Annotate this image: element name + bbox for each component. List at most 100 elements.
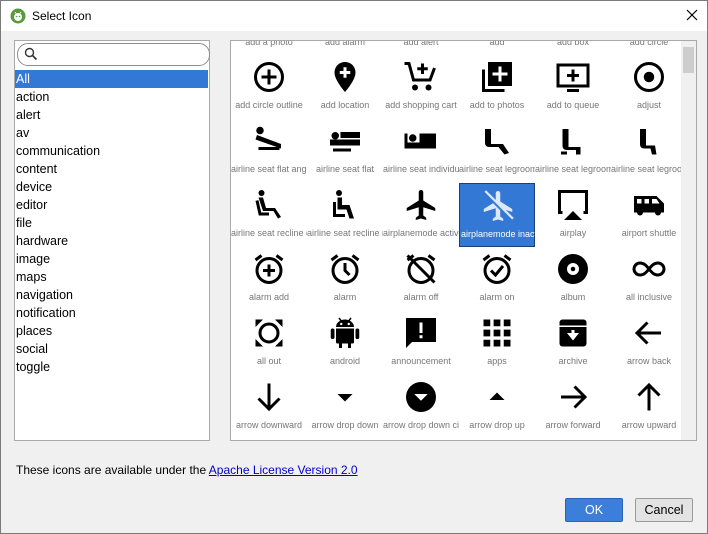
search-icon (24, 47, 38, 61)
category-item-device[interactable]: device (15, 178, 209, 196)
category-panel: All action alert av communication content devi… (14, 40, 210, 441)
icon-label: add shopping cart (385, 100, 457, 110)
icon-tile[interactable]: alarm on (459, 247, 535, 311)
icon-tile[interactable]: add shopping cart (383, 55, 459, 119)
icon-tile[interactable]: airline seat recline normal (307, 183, 383, 247)
icon-tile[interactable]: arrow downward (231, 375, 307, 439)
partial-row: add a photo add alarm add alert add add box a… (231, 40, 681, 49)
icon-label: all out (256, 356, 282, 366)
icon-label: airline seat recline normal (307, 228, 383, 238)
icon-tile[interactable]: arrow drop down (307, 375, 383, 439)
icon-tile[interactable]: all inclusive (611, 247, 687, 311)
icon-label: airport shuttle (621, 228, 677, 238)
icon-tile[interactable]: arrow back (611, 311, 687, 375)
category-item-communication[interactable]: communication (15, 142, 209, 160)
icon-label: add circle outline (235, 100, 303, 110)
cancel-button[interactable]: Cancel (635, 498, 693, 522)
icon-label: add to queue (546, 100, 600, 110)
icon-label: all inclusive (625, 292, 673, 302)
icon-tile[interactable]: alarm add (231, 247, 307, 311)
partial-icon-label: add a photo (245, 40, 293, 47)
icon-tile[interactable]: apps (459, 311, 535, 375)
icon-tile[interactable]: adjust (611, 55, 687, 119)
icon-tile[interactable]: arrow forward (535, 375, 611, 439)
icon-tile[interactable]: airplanemode inactive (459, 183, 536, 247)
category-item-places[interactable]: places (15, 322, 209, 340)
archive-icon (559, 319, 587, 347)
icon-tile[interactable]: airline seat individual suite (383, 119, 459, 183)
all-inclusive-icon (632, 261, 666, 277)
icon-label: adjust (636, 100, 662, 110)
airline-seat-legroom-reduced-icon (640, 129, 657, 155)
category-item-maps[interactable]: maps (15, 268, 209, 286)
category-list: All action alert av communication content devi… (15, 70, 209, 376)
icon-tile[interactable]: archive (535, 311, 611, 375)
icon-label: airplanemode inactive (461, 229, 536, 239)
category-item-editor[interactable]: editor (15, 196, 209, 214)
icon-tile[interactable]: airline seat legroom extra (459, 119, 535, 183)
partial-icon-label: add alert (403, 40, 439, 47)
alarm-on-icon (482, 254, 512, 284)
airplanemode-active-icon (406, 190, 436, 220)
airline-seat-legroom-normal-icon (561, 129, 581, 155)
icon-tile[interactable]: arrow drop down circle (383, 375, 459, 439)
icon-tile[interactable]: airplanemode active (383, 183, 459, 247)
icon-label: airline seat flat (315, 164, 375, 174)
close-icon[interactable] (684, 7, 700, 23)
alarm-icon (330, 254, 360, 284)
category-item-navigation[interactable]: navigation (15, 286, 209, 304)
icon-label: announcement (391, 356, 451, 366)
category-item-toggle[interactable]: toggle (15, 358, 209, 376)
icon-label: airline seat legroom extra (459, 164, 535, 174)
category-item-hardware[interactable]: hardware (15, 232, 209, 250)
icon-label: airline seat legroom normal (535, 164, 611, 174)
ok-button[interactable]: OK (565, 498, 623, 522)
icon-tile[interactable]: airline seat flat (307, 119, 383, 183)
category-item-image[interactable]: image (15, 250, 209, 268)
icon-tile[interactable]: alarm off (383, 247, 459, 311)
category-item-notification[interactable]: notification (15, 304, 209, 322)
icon-label: airplay (559, 228, 587, 238)
icon-tile[interactable]: android (307, 311, 383, 375)
airline-seat-recline-extra-icon (255, 190, 281, 219)
scrollbar-thumb[interactable] (683, 47, 694, 73)
icon-label: arrow drop up (469, 420, 525, 430)
icon-label: apps (487, 356, 507, 366)
category-item-av[interactable]: av (15, 124, 209, 142)
icon-tile[interactable]: airline seat legroom normal (535, 119, 611, 183)
icon-tile[interactable]: airport shuttle (611, 183, 687, 247)
icon-tile[interactable]: airline seat legroom reduced (611, 119, 687, 183)
category-item-social[interactable]: social (15, 340, 209, 358)
icon-tile[interactable]: airline seat flat angled (231, 119, 307, 183)
category-item-content[interactable]: content (15, 160, 209, 178)
category-item-action[interactable]: action (15, 88, 209, 106)
partial-icon-label: add alarm (324, 40, 366, 47)
icon-tile[interactable]: airline seat recline extra (231, 183, 307, 247)
icon-grid-scrollbar[interactable] (681, 41, 696, 440)
icon-tile[interactable]: add to photos (459, 55, 535, 119)
icon-tile[interactable]: airplay (535, 183, 611, 247)
license-link[interactable]: Apache License Version 2.0 (209, 463, 358, 477)
arrow-drop-down-icon (337, 394, 353, 402)
category-item-file[interactable]: file (15, 214, 209, 232)
airport-shuttle-icon (634, 196, 664, 216)
category-item-All[interactable]: All (15, 70, 208, 88)
icon-tile[interactable]: add to queue (535, 55, 611, 119)
icon-tile[interactable]: arrow drop up (459, 375, 535, 439)
partial-icon-label: add (489, 40, 505, 47)
category-item-alert[interactable]: alert (15, 106, 209, 124)
icon-tile[interactable]: add location (307, 55, 383, 119)
add-to-queue-icon (556, 63, 590, 92)
search-input[interactable] (40, 46, 200, 63)
icon-tile[interactable]: album (535, 247, 611, 311)
search-box[interactable] (17, 43, 210, 66)
icon-tile[interactable]: add circle outline (231, 55, 307, 119)
all-out-icon (255, 319, 283, 347)
airline-seat-flat-icon (330, 132, 360, 152)
icon-tile[interactable]: announcement (383, 311, 459, 375)
icon-tile[interactable]: all out (231, 311, 307, 375)
android-studio-icon (10, 8, 26, 24)
airplay-icon (558, 190, 588, 220)
icon-tile[interactable]: alarm (307, 247, 383, 311)
icon-tile[interactable]: arrow upward (611, 375, 687, 439)
